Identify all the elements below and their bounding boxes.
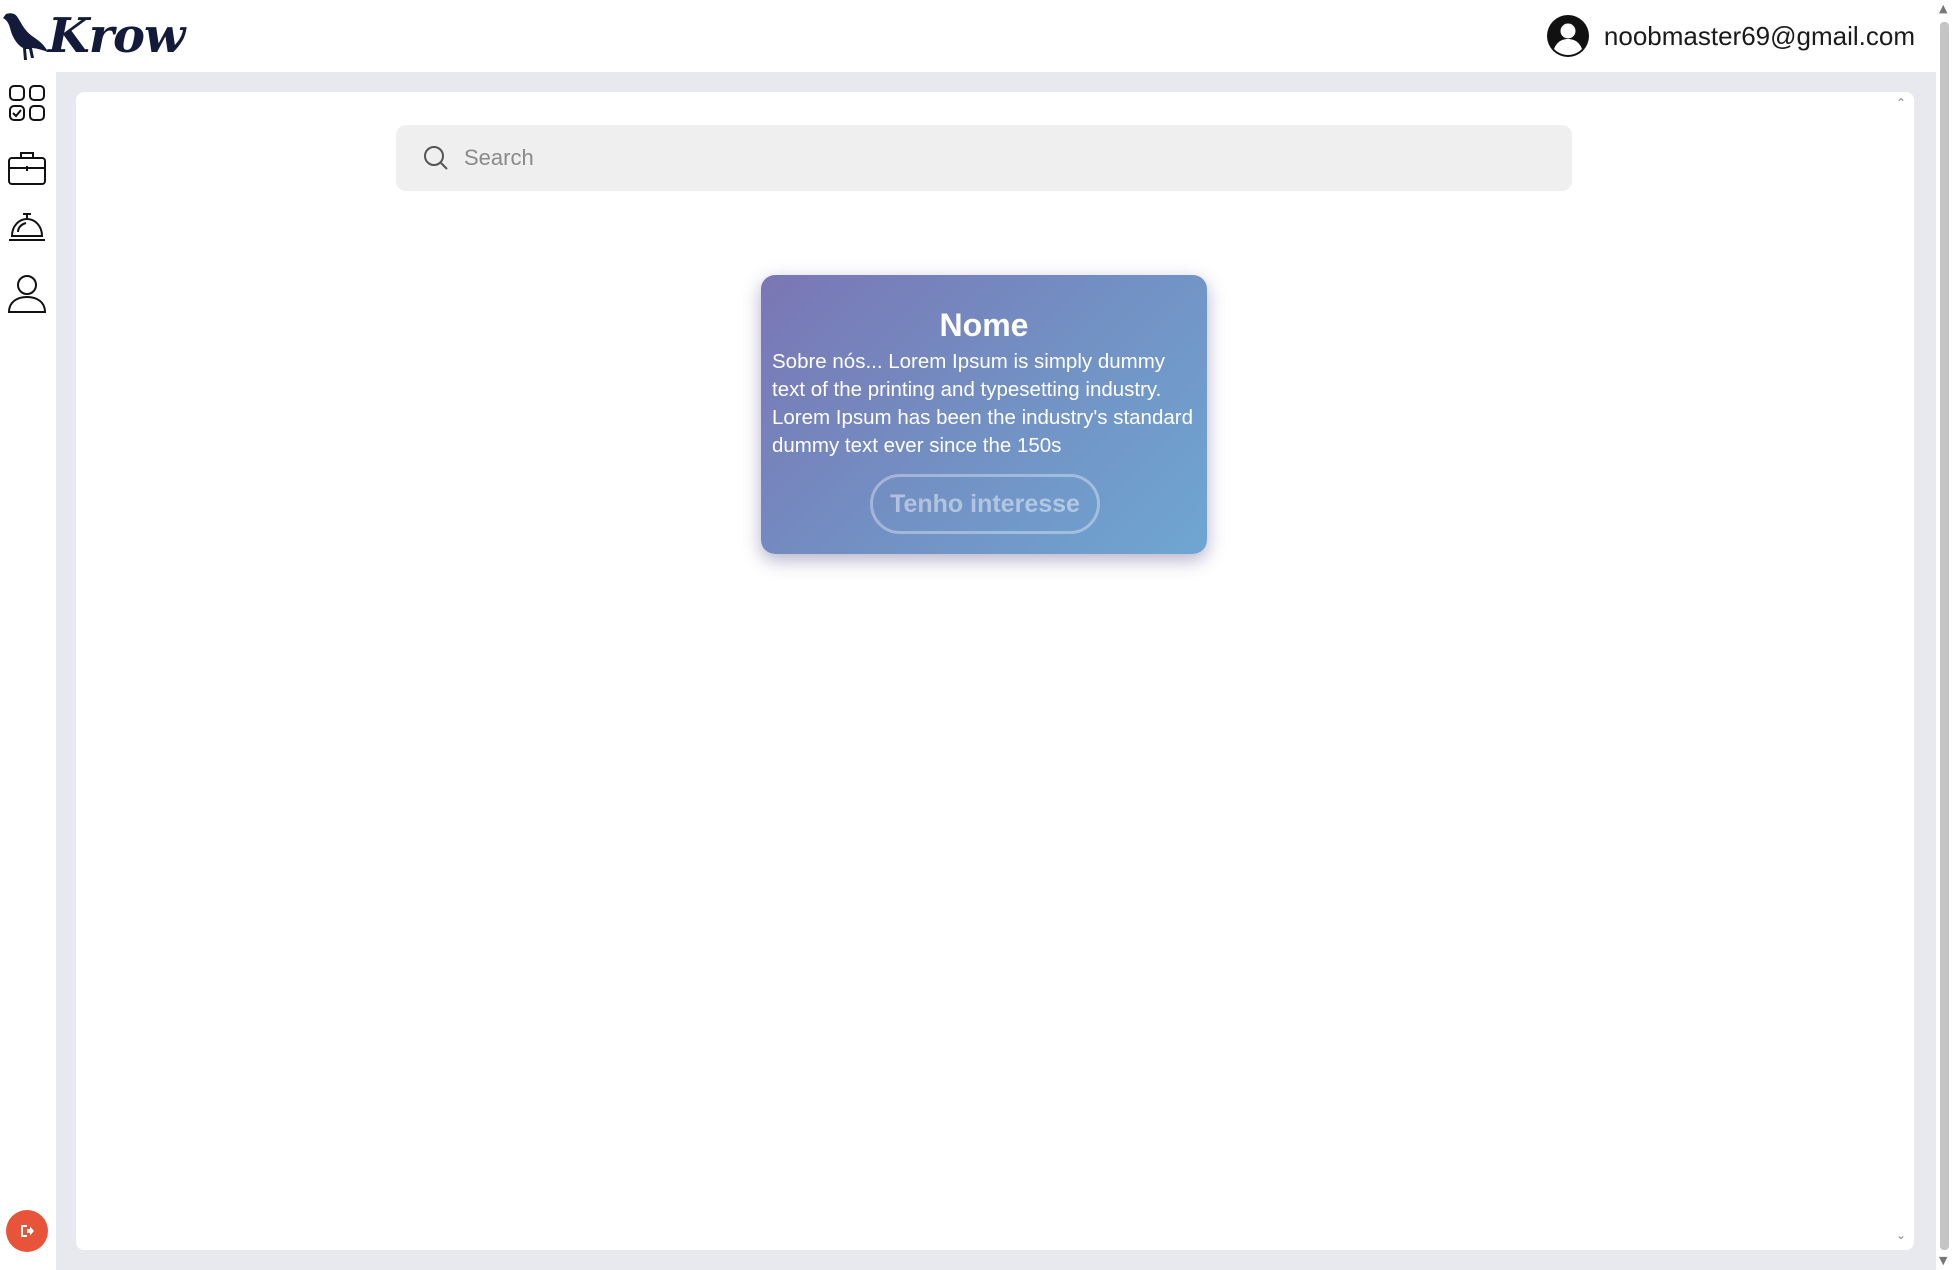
dashboard-grid-icon[interactable] [6, 82, 48, 124]
main-content: ⌃ Nome Sobre nós... Lorem Ipsum is simpl… [76, 92, 1914, 1250]
sidebar [0, 72, 56, 1270]
user-profile-icon[interactable] [6, 272, 48, 314]
card-description: Sobre nós... Lorem Ipsum is simply dummy… [772, 350, 1193, 457]
logout-button[interactable] [6, 1210, 48, 1252]
scroll-up-arrow-icon[interactable]: ▲ [1939, 2, 1947, 15]
crow-logo-icon [3, 13, 48, 61]
card-title: Nome [939, 307, 1029, 343]
account-circle-icon [1546, 15, 1589, 57]
search-bar[interactable] [396, 125, 1572, 191]
top-bar: Krow noobmaster69@gmail.com [0, 0, 1935, 72]
logout-icon [21, 1225, 34, 1237]
inner-scroll-down-icon[interactable]: ⌄ [1896, 1228, 1906, 1242]
app-logo[interactable]: Krow [2, 4, 185, 68]
logo-wordmark: Krow [48, 8, 185, 64]
interest-button[interactable]: Tenho interesse [870, 474, 1100, 534]
inner-scroll-up-icon[interactable]: ⌃ [1896, 96, 1906, 110]
company-card: Nome Sobre nós... Lorem Ipsum is simply … [761, 275, 1207, 554]
user-account[interactable]: noobmaster69@gmail.com [1546, 14, 1915, 58]
main-frame: ⌃ Nome Sobre nós... Lorem Ipsum is simpl… [56, 72, 1936, 1270]
scrollbar-thumb[interactable] [1940, 22, 1949, 1250]
user-email: noobmaster69@gmail.com [1603, 20, 1915, 51]
briefcase-icon[interactable] [6, 146, 48, 188]
window-scrollbar[interactable]: ▲ ▼ [1936, 0, 1955, 1270]
search-icon [424, 146, 448, 170]
service-bell-icon[interactable] [6, 206, 48, 248]
search-input[interactable] [464, 145, 1544, 171]
scroll-down-arrow-icon[interactable]: ▼ [1939, 1254, 1947, 1267]
